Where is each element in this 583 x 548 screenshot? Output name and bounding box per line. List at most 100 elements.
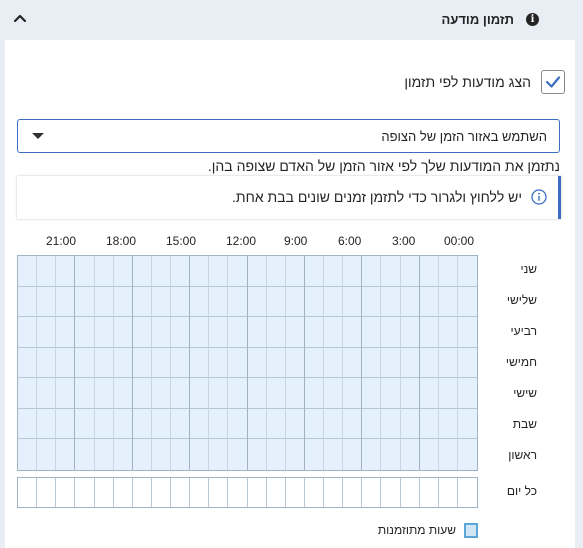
all-days-cell[interactable]	[248, 478, 267, 507]
schedule-cell[interactable]	[420, 439, 439, 470]
schedule-cell[interactable]	[209, 439, 229, 470]
schedule-cell[interactable]	[132, 286, 152, 318]
schedule-cell[interactable]	[133, 439, 152, 470]
schedule-cell[interactable]	[190, 347, 210, 379]
schedule-cell[interactable]	[113, 256, 133, 287]
schedule-cell[interactable]	[113, 317, 133, 348]
schedule-cell[interactable]	[18, 408, 38, 440]
schedule-cell[interactable]	[343, 286, 363, 318]
schedule-cell[interactable]	[285, 286, 305, 318]
schedule-cell[interactable]	[18, 317, 38, 348]
all-days-cell[interactable]	[362, 478, 382, 507]
schedule-cell[interactable]	[94, 408, 114, 440]
schedule-cell[interactable]	[75, 256, 95, 287]
chevron-up-icon[interactable]	[12, 11, 28, 27]
schedule-cell[interactable]	[457, 317, 477, 348]
schedule-cell[interactable]	[419, 408, 439, 440]
schedule-cell[interactable]	[381, 256, 401, 287]
schedule-cell[interactable]	[247, 317, 267, 348]
schedule-cell[interactable]	[324, 317, 344, 348]
schedule-cell[interactable]	[304, 317, 324, 348]
schedule-cell[interactable]	[94, 347, 114, 379]
schedule-cell[interactable]	[113, 408, 133, 440]
schedule-cell[interactable]	[343, 378, 363, 409]
schedule-cell[interactable]	[362, 347, 382, 379]
schedule-cell[interactable]	[18, 347, 38, 379]
schedule-cell[interactable]	[266, 286, 286, 318]
all-days-cell[interactable]	[190, 478, 210, 507]
all-days-cell[interactable]	[228, 478, 248, 507]
schedule-cell[interactable]	[132, 347, 152, 379]
schedule-cell[interactable]	[37, 347, 57, 379]
schedule-cell[interactable]	[18, 439, 38, 470]
schedule-cell[interactable]	[267, 439, 286, 470]
schedule-cell[interactable]	[94, 286, 114, 318]
schedule-cell[interactable]	[304, 347, 324, 379]
all-days-cell[interactable]	[114, 478, 133, 507]
all-days-cell[interactable]	[381, 478, 401, 507]
schedule-cell[interactable]	[75, 286, 95, 318]
schedule-cell[interactable]	[324, 347, 344, 379]
schedule-cell[interactable]	[248, 439, 267, 470]
schedule-cell[interactable]	[18, 256, 38, 287]
all-days-cell[interactable]	[267, 478, 286, 507]
schedule-cell[interactable]	[94, 317, 114, 348]
all-days-cell[interactable]	[18, 478, 38, 507]
schedule-cell[interactable]	[56, 347, 76, 379]
schedule-cell[interactable]	[362, 439, 382, 470]
schedule-cell[interactable]	[362, 317, 382, 348]
schedule-cell[interactable]	[343, 317, 363, 348]
schedule-cell[interactable]	[400, 256, 420, 287]
schedule-cell[interactable]	[457, 378, 477, 409]
schedule-cell[interactable]	[190, 286, 210, 318]
schedule-cell[interactable]	[190, 408, 210, 440]
schedule-cell[interactable]	[304, 256, 324, 287]
schedule-cell[interactable]	[37, 317, 57, 348]
schedule-cell[interactable]	[247, 256, 267, 287]
schedule-cell[interactable]	[343, 347, 363, 379]
schedule-cell[interactable]	[190, 439, 210, 470]
schedule-cell[interactable]	[190, 317, 210, 348]
schedule-cell[interactable]	[438, 378, 458, 409]
schedule-cell[interactable]	[401, 439, 420, 470]
schedule-cell[interactable]	[457, 348, 477, 379]
schedule-cell[interactable]	[171, 347, 191, 379]
schedule-cell[interactable]	[209, 286, 229, 318]
schedule-cell[interactable]	[75, 347, 95, 379]
schedule-cell[interactable]	[286, 439, 305, 470]
schedule-cell[interactable]	[132, 256, 152, 287]
schedule-cell[interactable]	[285, 378, 305, 409]
schedule-cell[interactable]	[114, 439, 133, 470]
schedule-cell[interactable]	[209, 317, 229, 348]
schedule-cell[interactable]	[94, 378, 114, 409]
schedule-cell[interactable]	[56, 408, 76, 440]
schedule-cell[interactable]	[247, 347, 267, 379]
schedule-cell[interactable]	[171, 439, 191, 470]
schedule-cell[interactable]	[419, 347, 439, 379]
schedule-cell[interactable]	[324, 408, 344, 440]
schedule-cell[interactable]	[457, 409, 477, 440]
info-icon[interactable]: i	[526, 13, 539, 26]
all-days-cell[interactable]	[171, 478, 191, 507]
schedule-cell[interactable]	[457, 256, 477, 287]
schedule-cell[interactable]	[132, 408, 152, 440]
schedule-cell[interactable]	[190, 378, 210, 409]
schedule-cell[interactable]	[209, 256, 229, 287]
schedule-cell[interactable]	[228, 378, 248, 409]
schedule-cell[interactable]	[151, 317, 171, 348]
schedule-cell[interactable]	[75, 408, 95, 440]
all-days-cell[interactable]	[458, 478, 477, 507]
schedule-cell[interactable]	[151, 286, 171, 318]
schedule-cell[interactable]	[362, 408, 382, 440]
schedule-cell[interactable]	[266, 408, 286, 440]
schedule-cell[interactable]	[132, 378, 152, 409]
schedule-cell[interactable]	[457, 287, 477, 318]
schedule-cell[interactable]	[56, 439, 76, 470]
schedule-cell[interactable]	[113, 347, 133, 379]
schedule-cell[interactable]	[132, 317, 152, 348]
schedule-cell[interactable]	[18, 286, 38, 318]
schedule-cell[interactable]	[381, 347, 401, 379]
schedule-cell[interactable]	[438, 256, 458, 287]
schedule-cell[interactable]	[209, 408, 229, 440]
schedule-cell[interactable]	[285, 256, 305, 287]
